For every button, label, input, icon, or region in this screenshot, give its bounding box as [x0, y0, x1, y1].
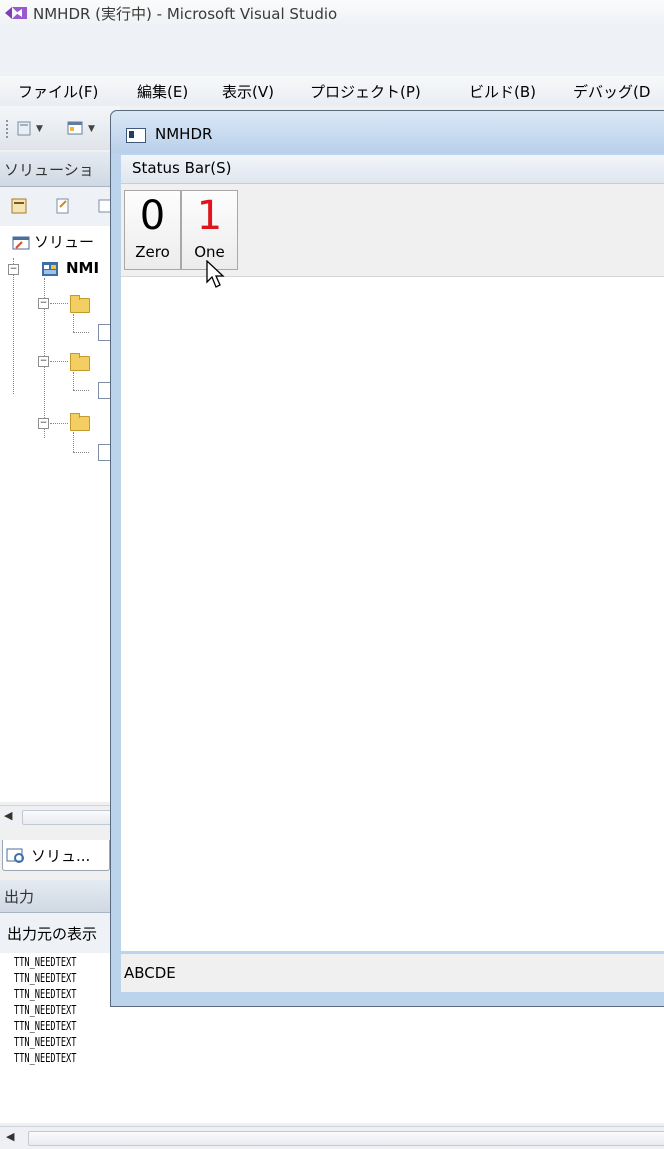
dropdown-arrow-icon[interactable]: ▼	[88, 124, 95, 134]
tab-solution-explorer[interactable]: ソリュ...	[2, 840, 110, 871]
menu-edit[interactable]: 編集(E)	[137, 81, 188, 102]
toolbar-grip[interactable]	[6, 120, 8, 140]
app-window-title: NMHDR	[155, 125, 213, 143]
menu-debug[interactable]: デバッグ(D	[573, 81, 650, 102]
app-title-bar[interactable]: NMHDR	[111, 111, 664, 153]
mouse-cursor-icon	[206, 260, 225, 288]
add-window-icon[interactable]	[66, 119, 84, 137]
output-source-label: 出力元の表示	[7, 925, 98, 943]
zero-button[interactable]: 0 Zero	[124, 190, 181, 270]
zero-digit: 0	[139, 193, 166, 239]
scroll-thumb[interactable]	[28, 1131, 664, 1146]
solution-horizontal-scrollbar[interactable]: ◀	[0, 805, 114, 828]
solution-explorer-toolbar	[0, 187, 120, 225]
output-line: TTN_NEEDTEXT	[14, 971, 77, 985]
vs-caption-area	[0, 26, 664, 76]
solution-explorer-header: ソリューショ	[0, 152, 120, 187]
folder-icon	[70, 295, 90, 313]
one-button-label: One	[194, 243, 225, 261]
app-toolbar: 0 Zero 1 One	[121, 184, 664, 277]
app-window-icon[interactable]	[126, 128, 146, 143]
solution-node-label[interactable]: ソリュー	[34, 231, 94, 252]
scroll-left-icon[interactable]: ◀	[4, 809, 12, 822]
app-menu-bar: Status Bar(S)	[121, 155, 664, 184]
output-line: TTN_NEEDTEXT	[14, 955, 77, 969]
solution-icon	[12, 236, 30, 250]
collapse-icon[interactable]: −	[38, 298, 49, 309]
vs-window-title: NMHDR (実行中) - Microsoft Visual Studio	[33, 5, 338, 23]
output-line: TTN_NEEDTEXT	[14, 1003, 77, 1017]
zero-button-label: Zero	[135, 243, 170, 261]
scroll-left-icon[interactable]: ◀	[6, 1130, 14, 1143]
output-panel-title: 出力	[4, 888, 35, 906]
menu-project[interactable]: プロジェクト(P)	[310, 81, 421, 102]
one-button[interactable]: 1 One	[181, 190, 238, 270]
add-new-item-icon[interactable]	[16, 119, 34, 137]
output-panel-header: 出力	[0, 880, 112, 913]
app-status-bar: ABCDE	[121, 953, 664, 992]
folder-icon	[70, 413, 90, 431]
status-bar-text: ABCDE	[124, 964, 176, 982]
vs-menu-bar: ファイル(F) 編集(E) 表示(V) プロジェクト(P) ビルド(B) デバッ…	[0, 76, 664, 106]
one-digit: 1	[196, 193, 223, 239]
dropdown-arrow-icon[interactable]: ▼	[36, 124, 43, 134]
solution-explorer-title: ソリューショ	[4, 161, 94, 179]
collapse-icon[interactable]: −	[38, 418, 49, 429]
nmhdr-app-window: NMHDR Status Bar(S) 0 Zero 1 One ABCDE	[110, 110, 664, 1007]
project-icon	[42, 262, 58, 276]
solution-tree: ソリュー − NMI − − −	[0, 226, 120, 802]
collapse-icon[interactable]: −	[38, 356, 49, 367]
menu-file[interactable]: ファイル(F)	[18, 81, 98, 102]
folder-icon	[70, 353, 90, 371]
scroll-thumb[interactable]	[22, 810, 114, 825]
solution-explorer-icon	[6, 848, 24, 863]
output-line: TTN_NEEDTEXT	[14, 1035, 77, 1049]
vs-toolbar: ▼ ▼	[0, 106, 120, 150]
properties-icon[interactable]	[10, 197, 28, 215]
solution-explorer-tab-strip: ソリュ...	[0, 840, 112, 874]
vs-title-bar: NMHDR (実行中) - Microsoft Visual Studio	[0, 0, 664, 26]
menu-view[interactable]: 表示(V)	[222, 81, 274, 102]
output-line: TTN_NEEDTEXT	[14, 1019, 77, 1033]
show-all-files-icon[interactable]	[54, 197, 72, 215]
tab-solution-explorer-label: ソリュ...	[31, 847, 91, 865]
app-client-area[interactable]	[121, 277, 664, 951]
project-node-label[interactable]: NMI	[66, 259, 99, 277]
output-line: TTN_NEEDTEXT	[14, 1051, 77, 1065]
app-window-bottom-border[interactable]	[111, 993, 664, 1006]
output-source-bar: 出力元の表示	[0, 913, 112, 953]
menu-build[interactable]: ビルド(B)	[469, 81, 536, 102]
output-horizontal-scrollbar[interactable]: ◀	[0, 1126, 664, 1149]
visual-studio-logo-icon	[5, 7, 27, 19]
output-line: TTN_NEEDTEXT	[14, 987, 77, 1001]
menu-status-bar[interactable]: Status Bar(S)	[132, 159, 231, 177]
